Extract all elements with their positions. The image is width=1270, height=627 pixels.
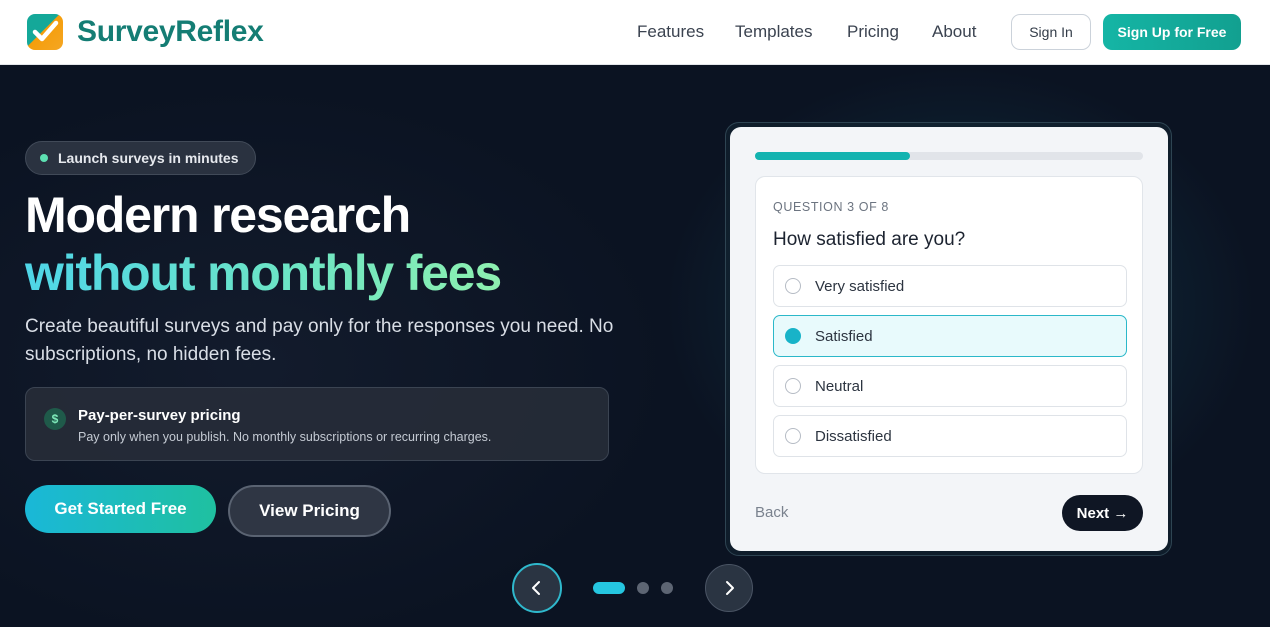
radio-button[interactable] <box>785 428 801 444</box>
dollar-icon: $ <box>44 408 66 430</box>
carousel-prev-button[interactable] <box>512 563 562 613</box>
radio-button[interactable] <box>785 378 801 394</box>
view-pricing-button[interactable]: View Pricing <box>228 485 391 537</box>
answer-option[interactable]: Very satisfied <box>773 265 1127 307</box>
question-text: How satisfied are you? <box>773 229 966 250</box>
nav-link-features[interactable]: Features <box>637 22 704 42</box>
question-counter: QUESTION 3 OF 8 <box>773 200 889 214</box>
carousel-dot-active[interactable] <box>593 582 625 594</box>
feature-description: Pay only when you publish. No monthly su… <box>78 430 492 444</box>
hero-section: Launch surveys in minutes Modern researc… <box>0 66 1270 627</box>
launch-badge: Launch surveys in minutes <box>25 141 256 175</box>
answer-option-label: Dissatisfied <box>815 427 892 445</box>
sign-up-button[interactable]: Sign Up for Free <box>1103 14 1241 50</box>
radio-button[interactable] <box>785 328 801 344</box>
nav-link-about[interactable]: About <box>932 22 976 42</box>
answer-option[interactable]: Neutral <box>773 365 1127 407</box>
answer-option-label: Neutral <box>815 377 864 395</box>
answer-option-label: Satisfied <box>815 327 873 345</box>
survey-progress-bar <box>755 152 1143 160</box>
radio-button[interactable] <box>785 278 801 294</box>
carousel-next-button[interactable] <box>705 564 753 612</box>
answer-option[interactable]: Satisfied <box>773 315 1127 357</box>
brand-logo[interactable]: SurveyReflex <box>27 14 264 50</box>
hero-subtitle: Create beautiful surveys and pay only fo… <box>25 316 614 365</box>
nav-link-pricing[interactable]: Pricing <box>847 22 899 42</box>
hero-headline-accent: without monthly fees <box>25 242 502 304</box>
checkmark-logo-icon <box>27 14 63 50</box>
back-button[interactable]: Back <box>755 504 788 521</box>
carousel-dot[interactable] <box>637 582 649 594</box>
next-button[interactable]: Next → <box>1062 495 1143 531</box>
nav-link-templates[interactable]: Templates <box>735 22 812 42</box>
sign-in-button[interactable]: Sign In <box>1011 14 1091 50</box>
feature-card: $ Pay-per-survey pricing Pay only when y… <box>25 387 609 461</box>
answer-option[interactable]: Dissatisfied <box>773 415 1127 457</box>
chevron-right-icon <box>726 581 734 595</box>
feature-title: Pay-per-survey pricing <box>78 407 241 424</box>
survey-progress-fill <box>755 152 911 160</box>
launch-badge-label: Launch surveys in minutes <box>58 150 239 166</box>
site-header: SurveyReflex Features Templates Pricing … <box>0 0 1270 65</box>
carousel-dot[interactable] <box>661 582 673 594</box>
chevron-left-icon <box>532 581 540 595</box>
hero-headline: Modern research <box>25 187 411 243</box>
brand-name: SurveyReflex <box>77 15 264 48</box>
answer-option-label: Very satisfied <box>815 277 905 295</box>
status-dot <box>40 154 48 162</box>
get-started-button[interactable]: Get Started Free <box>25 485 216 533</box>
question-panel: QUESTION 3 OF 8 How satisfied are you? V… <box>755 176 1143 474</box>
survey-preview-card: QUESTION 3 OF 8 How satisfied are you? V… <box>730 127 1168 551</box>
